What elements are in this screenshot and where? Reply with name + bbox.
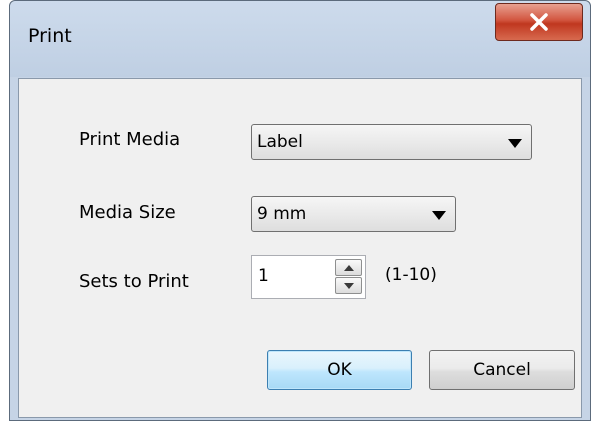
sets-range-hint: (1-10) (385, 265, 437, 285)
arrow-down-icon (343, 282, 354, 289)
print-media-label: Print Media (79, 129, 181, 150)
close-icon (530, 13, 548, 31)
spin-up-button[interactable] (335, 259, 362, 276)
cancel-button[interactable]: Cancel (429, 350, 575, 390)
sets-to-print-label: Sets to Print (79, 271, 189, 292)
ok-button[interactable]: OK (267, 350, 412, 390)
print-media-value: Label (257, 132, 303, 152)
sets-to-print-stepper[interactable]: 1 (251, 255, 366, 299)
media-size-select[interactable]: 9 mm (251, 196, 456, 232)
dialog-body: Print Media Label Media Size 9 mm Sets t… (18, 78, 582, 418)
sets-to-print-value[interactable]: 1 (258, 266, 269, 286)
chevron-down-icon (432, 211, 446, 220)
chevron-down-icon (508, 139, 522, 148)
media-size-value: 9 mm (257, 204, 307, 224)
print-media-select[interactable]: Label (251, 124, 532, 160)
arrow-up-icon (343, 264, 354, 271)
dialog-title: Print (28, 25, 72, 47)
close-button[interactable] (495, 3, 583, 41)
title-bar[interactable]: Print (10, 1, 590, 77)
media-size-label: Media Size (79, 202, 176, 223)
print-dialog: Print Print Media Label Media Size 9 mm … (9, 0, 591, 421)
spin-down-button[interactable] (335, 277, 362, 294)
